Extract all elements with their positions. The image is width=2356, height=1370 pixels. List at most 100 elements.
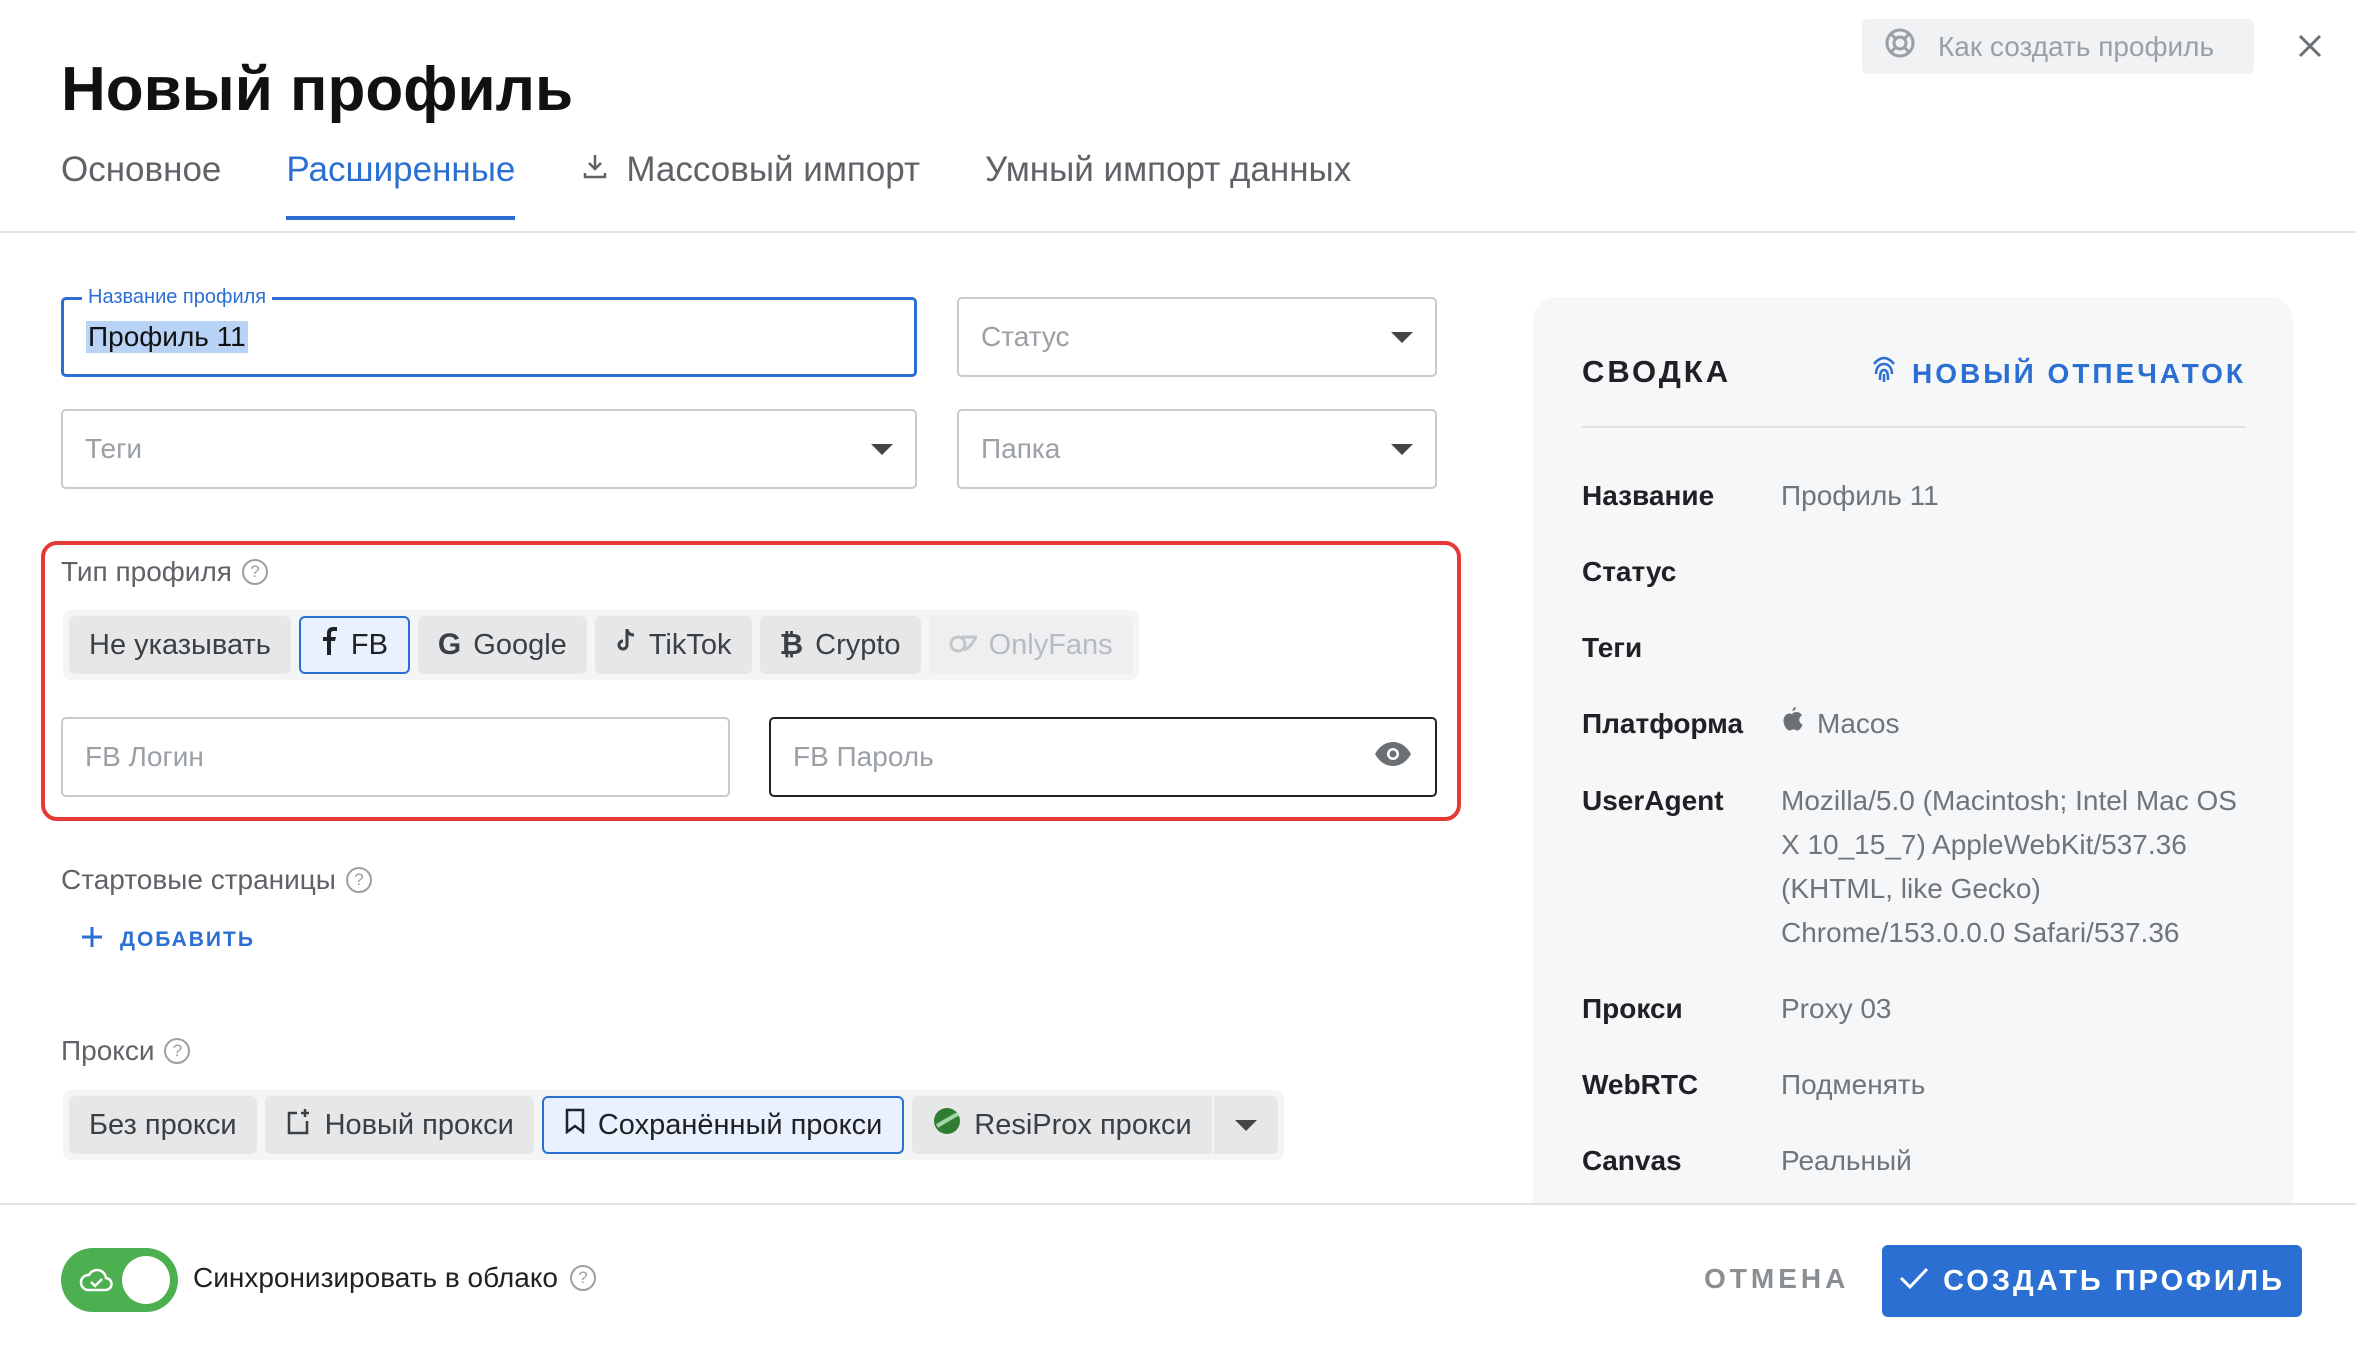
toggle-knob [122,1256,170,1304]
tab-bulk-import[interactable]: Массовый импорт [580,150,920,220]
help-icon[interactable]: ? [164,1038,191,1064]
proxy-new-label: Новый прокси [324,1108,514,1141]
fb-password-placeholder: FB Пароль [793,741,934,772]
help-icon[interactable]: ? [569,1265,596,1291]
proxy-saved-label: Сохранённый прокси [597,1108,883,1141]
check-icon [1899,1265,1929,1298]
tab-smart-import-label: Умный импорт данных [985,150,1352,189]
profile-type-google-label: Google [473,628,567,661]
tags-placeholder: Теги [85,433,142,464]
start-pages-heading: Стартовые страницы ? [61,864,372,896]
profile-type-tiktok-label: TikTok [648,628,732,661]
profile-type-onlyfans[interactable]: OnlyFans [928,616,1133,674]
create-profile-label: СОЗДАТЬ ПРОФИЛЬ [1943,1264,2285,1297]
profile-name-value: Профиль 11 [86,321,248,353]
status-select[interactable]: Статус [957,297,1437,377]
fb-password-field[interactable]: FB Пароль [769,717,1437,797]
proxy-new[interactable]: Новый прокси [264,1096,534,1154]
profile-type-fb-label: FB [350,628,388,661]
summary-key-proxy: Прокси [1582,993,1683,1024]
proxy-more-dropdown[interactable] [1213,1096,1278,1154]
summary-divider [1582,426,2246,428]
tags-select[interactable]: Теги [61,409,917,489]
profile-type-google[interactable]: G Google [417,616,587,674]
add-box-icon [285,1107,313,1143]
tab-advanced-label: Расширенные [286,150,516,189]
help-icon[interactable]: ? [345,867,372,893]
proxy-none-label: Без прокси [89,1108,237,1141]
cancel-button[interactable]: ОТМЕНА [1704,1263,1849,1295]
summary-value-platform: Macos [1781,702,1899,746]
proxy-label: Прокси [61,1035,155,1066]
profile-type-onlyfans-label: OnlyFans [988,628,1113,661]
folder-placeholder: Папка [981,433,1061,464]
profile-type-crypto[interactable]: ₿ Crypto [759,616,921,674]
summary-value-name: Профиль 11 [1781,480,1939,511]
header-divider [0,231,2356,233]
profile-type-fb[interactable]: FB [298,616,410,674]
page-title: Новый профиль [61,55,574,124]
summary-value-canvas: Реальный [1781,1145,1912,1176]
tab-smart-import[interactable]: Умный импорт данных [985,150,1351,220]
help-icon[interactable]: ? [241,559,268,585]
bitcoin-icon: ₿ [779,628,804,661]
summary-platform-text: Macos [1817,708,1900,739]
proxy-resiprox-group: ResiProx прокси [912,1096,1278,1154]
profile-name-field[interactable]: Название профиля Профиль 11 [61,286,917,377]
tiktok-icon [615,628,637,662]
add-start-page-button[interactable]: ДОБАВИТЬ [80,925,255,955]
profile-type-selector: Не указывать FB G Google TikTok ₿ Crypto… [63,610,1139,680]
how-to-create-profile-button[interactable]: Как создать профиль [1862,19,2254,74]
tab-bar: Основное Расширенные Массовый импорт Умн… [61,150,1416,220]
profile-type-none-label: Не указывать [89,628,271,661]
chevron-down-icon [1234,1119,1257,1131]
summary-value-webrtc: Подменять [1781,1069,1926,1100]
proxy-heading: Прокси ? [61,1035,191,1067]
close-icon[interactable] [2290,26,2330,66]
cloud-check-icon [79,1266,113,1299]
fingerprint-icon [1868,354,1900,393]
eye-icon[interactable] [1373,741,1413,774]
google-icon: G [437,628,462,661]
download-icon [580,150,610,190]
footer-divider [0,1203,2356,1205]
profile-type-none[interactable]: Не указывать [69,616,291,674]
bookmark-icon [564,1108,586,1142]
summary-key-webrtc: WebRTC [1582,1069,1699,1100]
proxy-selector: Без прокси Новый прокси Сохранённый прок… [63,1090,1284,1160]
proxy-resiprox[interactable]: ResiProx прокси [912,1096,1212,1154]
tab-basic[interactable]: Основное [61,150,221,220]
fb-login-placeholder: FB Логин [85,741,204,772]
profile-name-label: Название профиля [82,286,273,309]
cloud-sync-toggle[interactable] [61,1248,178,1312]
how-to-create-profile-label: Как создать профиль [1938,30,2215,62]
proxy-resiprox-label: ResiProx прокси [974,1108,1192,1141]
chevron-down-icon [1391,331,1413,343]
summary-key-status: Статус [1582,556,1677,587]
folder-select[interactable]: Папка [957,409,1437,489]
new-fingerprint-button[interactable]: НОВЫЙ ОТПЕЧАТОК [1868,354,2246,393]
proxy-none[interactable]: Без прокси [69,1096,257,1154]
tab-advanced[interactable]: Расширенные [286,150,516,220]
cloud-sync-heading: Синхронизировать в облако ? [193,1262,596,1294]
profile-type-label: Тип профиля [61,556,232,587]
profile-type-heading: Тип профиля ? [61,556,268,588]
lifebuoy-icon [1884,27,1916,66]
profile-type-crypto-label: Crypto [815,628,901,661]
chevron-down-icon [1391,443,1413,455]
facebook-icon [321,627,339,663]
tab-bulk-import-label: Массовый импорт [626,150,921,189]
summary-key-canvas: Canvas [1582,1145,1682,1176]
apple-icon [1781,702,1803,746]
summary-value-useragent: Mozilla/5.0 (Macintosh; Intel Mac OS X 1… [1781,785,2237,948]
summary-key-platform: Платформа [1582,708,1744,739]
profile-type-tiktok[interactable]: TikTok [594,616,752,674]
summary-value-proxy: Proxy 03 [1781,993,1892,1024]
summary-key-name: Название [1582,480,1715,511]
status-placeholder: Статус [981,321,1070,352]
fb-login-field[interactable]: FB Логин [61,717,730,797]
proxy-saved[interactable]: Сохранённый прокси [541,1096,905,1154]
create-profile-button[interactable]: СОЗДАТЬ ПРОФИЛЬ [1882,1245,2302,1317]
add-start-page-label: ДОБАВИТЬ [120,928,255,951]
summary-title: СВОДКА [1582,354,1732,389]
